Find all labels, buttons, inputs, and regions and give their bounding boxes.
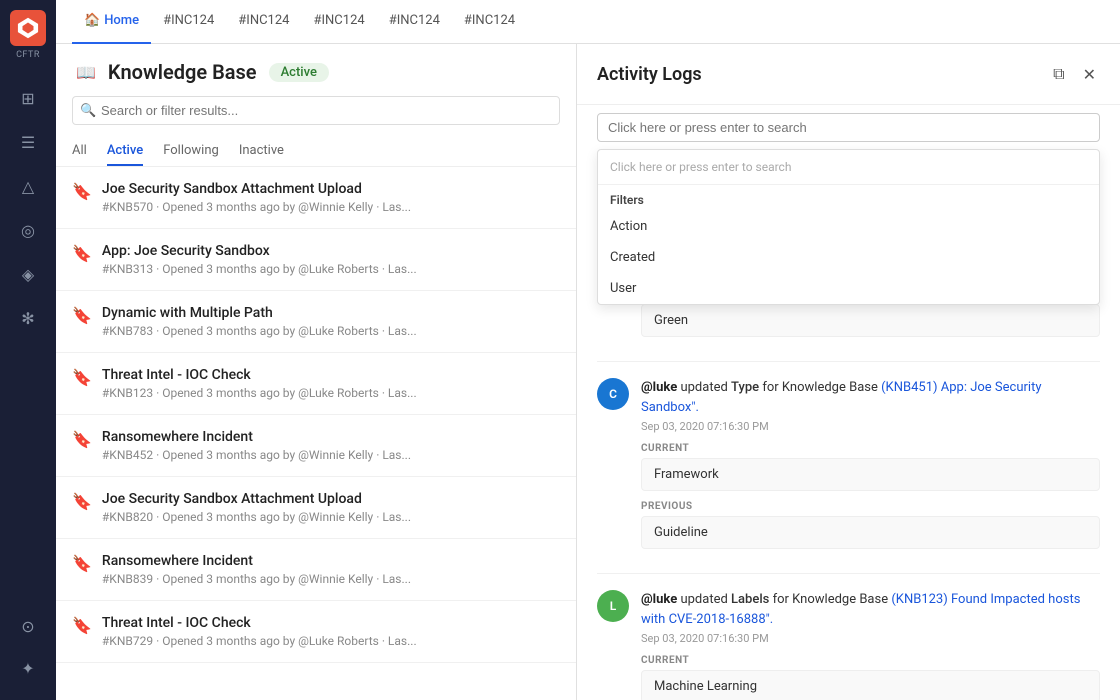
kb-item-meta: #KNB783 · Opened 3 months ago by @Luke R… — [102, 324, 417, 338]
current-label: CURRENT — [641, 443, 1100, 454]
bookmark-icon: 🔖 — [72, 182, 92, 201]
tab-home[interactable]: 🏠 Home — [72, 0, 151, 44]
user-icon[interactable]: ⊙ — [8, 606, 48, 646]
status-badge: Active — [269, 63, 329, 82]
kb-item-meta: #KNB570 · Opened 3 months ago by @Winnie… — [102, 200, 411, 214]
current-label: CURRENT — [641, 655, 1100, 666]
mention: @luke — [641, 380, 677, 395]
kb-item-title: Joe Security Sandbox Attachment Upload — [102, 181, 411, 197]
filter-tab-active[interactable]: Active — [107, 137, 143, 166]
kb-list: 🔖 Joe Security Sandbox Attachment Upload… — [56, 167, 576, 700]
virus-icon[interactable]: ✻ — [8, 298, 48, 338]
book-icon: 📖 — [76, 63, 96, 82]
dropdown-item-user[interactable]: User — [598, 273, 1099, 304]
avatar: C — [597, 378, 629, 410]
content-area: 📖 Knowledge Base Active 🔍 All Active Fol… — [56, 44, 1120, 700]
kb-item-title: Dynamic with Multiple Path — [102, 305, 417, 321]
list-item[interactable]: 🔖 Joe Security Sandbox Attachment Upload… — [56, 477, 576, 539]
search-bar: 🔍 — [72, 96, 560, 125]
list-item[interactable]: 🔖 Ransomewhere Incident #KNB452 · Opened… — [56, 415, 576, 477]
bookmark-icon: 🔖 — [72, 430, 92, 449]
star-icon[interactable]: ✦ — [8, 648, 48, 688]
avatar: L — [597, 590, 629, 622]
kb-header: 📖 Knowledge Base Active — [56, 44, 576, 96]
close-icon[interactable]: ✕ — [1079, 61, 1100, 88]
kb-item-meta: #KNB313 · Opened 3 months ago by @Luke R… — [102, 262, 417, 276]
dropdown-item-action[interactable]: Action — [598, 211, 1099, 242]
search-icon: 🔍 — [80, 103, 96, 118]
menu-icon[interactable]: ☰ — [8, 122, 48, 162]
list-item[interactable]: 🔖 Threat Intel - IOC Check #KNB123 · Ope… — [56, 353, 576, 415]
entry-text: @luke updated Labels for Knowledge Base … — [641, 590, 1100, 629]
tab-inc124-2[interactable]: #INC124 — [226, 0, 301, 44]
mention: @luke — [641, 592, 677, 607]
topnav: 🏠 Home #INC124 #INC124 #INC124 #INC124 #… — [56, 0, 1120, 44]
kb-item-title: Ransomewhere Incident — [102, 553, 411, 569]
left-panel: 📖 Knowledge Base Active 🔍 All Active Fol… — [56, 44, 576, 700]
entry-timestamp: Sep 03, 2020 07:16:30 PM — [641, 632, 1100, 645]
activity-overlay: Activity Logs ⧉ ✕ Click here or press en… — [576, 44, 1120, 700]
kb-item-meta: #KNB452 · Opened 3 months ago by @Winnie… — [102, 448, 411, 462]
search-input[interactable] — [72, 96, 560, 125]
bookmark-icon: 🔖 — [72, 616, 92, 635]
list-item[interactable]: 🔖 Joe Security Sandbox Attachment Upload… — [56, 167, 576, 229]
kb-item-title: Ransomewhere Incident — [102, 429, 411, 445]
sidebar: CFTR ⊞ ☰ △ ◎ ◈ ✻ ⊙ ✦ — [0, 0, 56, 700]
dropdown-placeholder: Click here or press enter to search — [598, 150, 1099, 185]
current-value: Machine Learning — [641, 670, 1100, 700]
current-value: Framework — [641, 458, 1100, 491]
tab-inc124-5[interactable]: #INC124 — [452, 0, 527, 44]
entry-timestamp: Sep 03, 2020 07:16:30 PM — [641, 420, 1100, 433]
kb-item-meta: #KNB820 · Opened 3 months ago by @Winnie… — [102, 510, 411, 524]
kb-item-title: Threat Intel - IOC Check — [102, 615, 417, 631]
tab-inc124-4[interactable]: #INC124 — [377, 0, 452, 44]
dropdown-section-label: Filters — [598, 185, 1099, 211]
tab-inc124-1[interactable]: #INC124 — [151, 0, 226, 44]
filter-tab-inactive[interactable]: Inactive — [239, 137, 284, 166]
target-icon[interactable]: ◎ — [8, 210, 48, 250]
home-icon: 🏠 — [84, 13, 100, 28]
previous-label: PREVIOUS — [641, 501, 1100, 512]
alert-icon[interactable]: △ — [8, 166, 48, 206]
kb-item-meta: #KNB729 · Opened 3 months ago by @Luke R… — [102, 634, 417, 648]
activity-entry: C @luke updated Type for Knowledge Base … — [597, 362, 1100, 574]
list-item[interactable]: 🔖 Ransomewhere Incident #KNB839 · Opened… — [56, 539, 576, 601]
tab-inc124-3[interactable]: #INC124 — [301, 0, 376, 44]
kb-item-title: Joe Security Sandbox Attachment Upload — [102, 491, 411, 507]
main-area: 🏠 Home #INC124 #INC124 #INC124 #INC124 #… — [56, 0, 1120, 700]
entry-text: @luke updated Type for Knowledge Base (K… — [641, 378, 1100, 417]
bookmark-icon: 🔖 — [72, 244, 92, 263]
list-item[interactable]: 🔖 App: Joe Security Sandbox #KNB313 · Op… — [56, 229, 576, 291]
activity-search-input[interactable] — [597, 113, 1100, 142]
filter-tabs: All Active Following Inactive — [56, 137, 576, 167]
bookmark-icon: 🔖 — [72, 306, 92, 325]
activity-header-icons: ⧉ ✕ — [1049, 60, 1100, 88]
activity-log-title: Activity Logs — [597, 64, 702, 85]
bookmark-icon: 🔖 — [72, 492, 92, 511]
kb-item-title: Threat Intel - IOC Check — [102, 367, 417, 383]
external-link-icon[interactable]: ⧉ — [1049, 60, 1068, 88]
kb-item-title: App: Joe Security Sandbox — [102, 243, 417, 259]
page-title: Knowledge Base — [108, 60, 257, 84]
bookmark-icon: 🔖 — [72, 554, 92, 573]
list-item[interactable]: 🔖 Threat Intel - IOC Check #KNB729 · Ope… — [56, 601, 576, 663]
bookmark-icon: 🔖 — [72, 368, 92, 387]
search-dropdown-container: Click here or press enter to search Filt… — [577, 105, 1120, 150]
filter-tab-following[interactable]: Following — [163, 137, 219, 166]
kb-item-meta: #KNB123 · Opened 3 months ago by @Luke R… — [102, 386, 417, 400]
shield-icon[interactable]: ◈ — [8, 254, 48, 294]
grid-icon[interactable]: ⊞ — [8, 78, 48, 118]
logo[interactable] — [10, 10, 46, 46]
kb-item-meta: #KNB839 · Opened 3 months ago by @Winnie… — [102, 572, 411, 586]
activity-header: Activity Logs ⧉ ✕ — [577, 44, 1120, 105]
dropdown-item-created[interactable]: Created — [598, 242, 1099, 273]
search-dropdown-panel: Click here or press enter to search Filt… — [597, 149, 1100, 305]
previous-value: Guideline — [641, 516, 1100, 549]
activity-entry: L @luke updated Labels for Knowledge Bas… — [597, 574, 1100, 700]
previous-value: Green — [641, 304, 1100, 337]
list-item[interactable]: 🔖 Dynamic with Multiple Path #KNB783 · O… — [56, 291, 576, 353]
sidebar-label: CFTR — [16, 50, 40, 60]
filter-tab-all[interactable]: All — [72, 137, 87, 166]
